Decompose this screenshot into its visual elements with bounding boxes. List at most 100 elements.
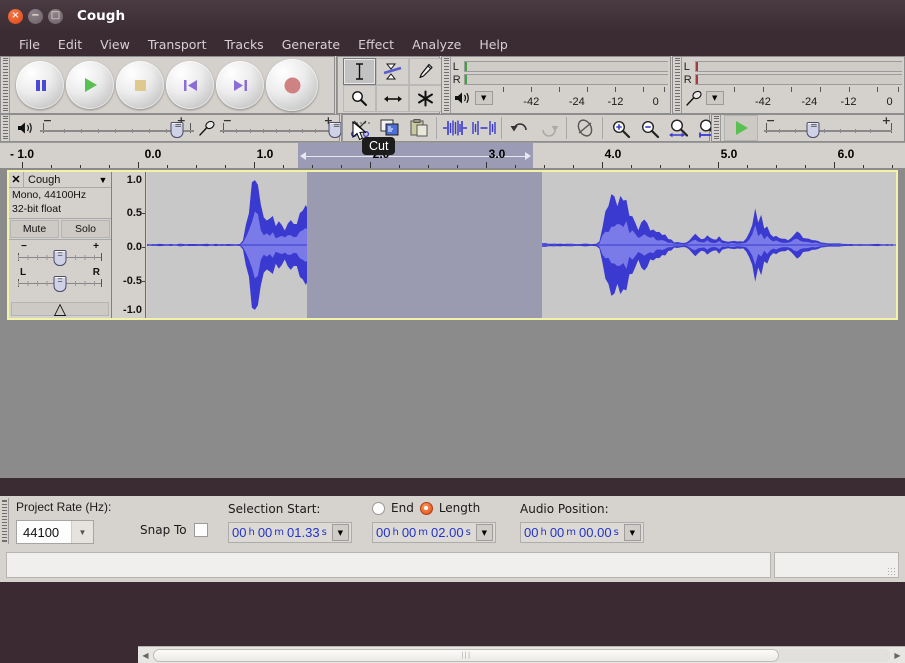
menu-generate[interactable]: Generate — [273, 35, 349, 54]
selection-length-field[interactable]: 00 h 00 m 02.00 s ▼ — [372, 522, 496, 543]
pause-button[interactable] — [16, 61, 64, 109]
scrollbar-thumb[interactable]: ||| — [153, 648, 780, 662]
menu-help[interactable]: Help — [470, 35, 517, 54]
audiopos-spinner[interactable]: ▼ — [623, 524, 641, 541]
zoom-tool[interactable] — [343, 85, 376, 112]
stop-button[interactable] — [116, 61, 164, 109]
horizontal-scrollbar[interactable]: ◀ ||| ▶ — [138, 646, 905, 663]
solo-button[interactable]: Solo — [61, 220, 110, 238]
window-minimize-button[interactable]: − — [28, 8, 43, 24]
menu-edit[interactable]: Edit — [49, 35, 91, 54]
ruler-label-4: 4.0 — [604, 147, 622, 161]
play-at-speed-button[interactable] — [724, 115, 758, 141]
mixer-toolbar-grip[interactable] — [1, 115, 10, 141]
resize-grip[interactable] — [887, 567, 896, 576]
track-menu-dropdown[interactable]: ▼ — [95, 175, 111, 185]
transport-toolbar — [0, 56, 335, 114]
redo-icon — [541, 126, 558, 137]
input-meter-grip[interactable] — [673, 57, 682, 113]
output-meter[interactable]: L R ▼ -42 -24 -12 0 — [451, 57, 670, 113]
selection-start-label: Selection Start: — [228, 502, 321, 516]
input-tick-0: 0 — [886, 96, 893, 108]
transport-toolbar-grip[interactable] — [1, 57, 10, 113]
stop-icon — [134, 79, 146, 91]
waveform-display[interactable] — [147, 172, 896, 318]
input-volume-slider[interactable]: − + — [219, 114, 342, 139]
silence-audio-selection-button[interactable] — [469, 115, 498, 141]
selstart-spinner[interactable]: ▼ — [331, 524, 349, 541]
audio-position-field[interactable]: 00 h 00 m 00.00 s ▼ — [520, 522, 644, 543]
timeline-ruler[interactable]: - 1.0 0.0 1.0 2.0 3.0 4.0 5.0 6.0 — [0, 142, 905, 169]
paste-button[interactable] — [404, 115, 433, 141]
ruler-label-0: 0.0 — [144, 147, 162, 161]
track-collapse-button[interactable]: △ — [11, 301, 109, 318]
menu-transport[interactable]: Transport — [139, 35, 216, 54]
vruler-label-1: 1.0 — [126, 174, 142, 186]
output-volume-slider[interactable]: − + — [39, 114, 194, 139]
zoom-in-button[interactable] — [606, 115, 635, 141]
output-meter-dropdown[interactable]: ▼ — [474, 91, 493, 105]
edit-toolbar-grip[interactable] — [342, 115, 343, 141]
status-side-field — [774, 552, 899, 578]
playback-speed-slider[interactable]: − + — [764, 114, 899, 139]
menu-view[interactable]: View — [91, 35, 139, 54]
scrollbar-trough[interactable]: ||| — [153, 648, 890, 662]
project-rate-combo[interactable]: 44100 ▼ — [16, 520, 94, 544]
draw-tool[interactable] — [409, 58, 442, 85]
window-close-button[interactable]: × — [8, 8, 23, 24]
waveform-selection-region — [307, 172, 542, 318]
output-meter-grip[interactable] — [442, 57, 451, 113]
selstart-hours: 00 — [232, 525, 247, 540]
timeshift-tool[interactable] — [376, 85, 409, 112]
sellen-spinner[interactable]: ▼ — [475, 524, 493, 541]
menu-file[interactable]: File — [10, 35, 49, 54]
trim-outside-selection-button[interactable] — [440, 115, 469, 141]
gain-plus-label: + — [93, 241, 99, 252]
window-maximize-button[interactable]: □ — [48, 8, 63, 24]
selection-tool[interactable] — [343, 58, 376, 85]
menu-analyze[interactable]: Analyze — [403, 35, 470, 54]
record-button[interactable] — [266, 59, 318, 111]
snap-to-checkbox[interactable] — [193, 523, 208, 537]
vruler-label-05: 0.5 — [126, 207, 142, 219]
length-radio[interactable] — [419, 501, 433, 515]
multi-tool[interactable] — [409, 85, 442, 112]
i-beam-icon — [356, 63, 363, 80]
selection-toolbar-grip[interactable] — [0, 498, 9, 544]
tools-toolbar-grip[interactable] — [337, 57, 338, 113]
menu-tracks[interactable]: Tracks — [215, 35, 272, 54]
selection-toolbar: Project Rate (Hz): 44100 ▼ Snap To Selec… — [0, 496, 905, 548]
title-bar: × − □ Cough — [0, 0, 905, 32]
input-meter[interactable]: L R ▼ -42 -24 -12 0 — [682, 57, 904, 113]
paste-icon — [410, 119, 427, 137]
skip-to-start-icon — [183, 79, 197, 91]
zoom-out-button[interactable] — [635, 115, 664, 141]
speed-toolbar-grip[interactable] — [712, 115, 721, 141]
undo-icon — [510, 123, 527, 132]
mute-button[interactable]: Mute — [10, 220, 59, 238]
mixer-toolbar: − + − + — [0, 114, 342, 142]
output-meter-right-label: R — [452, 73, 461, 86]
skip-end-button[interactable] — [216, 61, 264, 109]
end-radio[interactable] — [372, 501, 385, 515]
menu-effect[interactable]: Effect — [349, 35, 403, 54]
scroll-right-arrow[interactable]: ▶ — [890, 648, 905, 663]
redo-button[interactable] — [534, 115, 563, 141]
play-button[interactable] — [66, 61, 114, 109]
fit-selection-button[interactable] — [664, 115, 693, 141]
input-meter-dropdown[interactable]: ▼ — [705, 91, 724, 105]
envelope-tool[interactable] — [376, 58, 409, 85]
zoom-out-icon — [641, 120, 659, 138]
project-rate-dropdown-arrow[interactable]: ▼ — [71, 521, 93, 543]
edit-divider-1 — [436, 117, 437, 139]
scroll-left-arrow[interactable]: ◀ — [138, 648, 153, 663]
selection-start-field[interactable]: 00 h 00 m 01.33 s ▼ — [228, 522, 352, 543]
sellen-h-unit: h — [392, 527, 399, 538]
undo-button[interactable] — [505, 115, 534, 141]
gain-slider[interactable]: − + — [15, 241, 105, 266]
sync-lock-button[interactable] — [570, 115, 599, 141]
track-close-button[interactable]: ✕ — [9, 172, 24, 187]
play-icon — [735, 121, 748, 135]
skip-start-button[interactable] — [166, 61, 214, 109]
pan-slider[interactable]: L R — [15, 267, 105, 292]
